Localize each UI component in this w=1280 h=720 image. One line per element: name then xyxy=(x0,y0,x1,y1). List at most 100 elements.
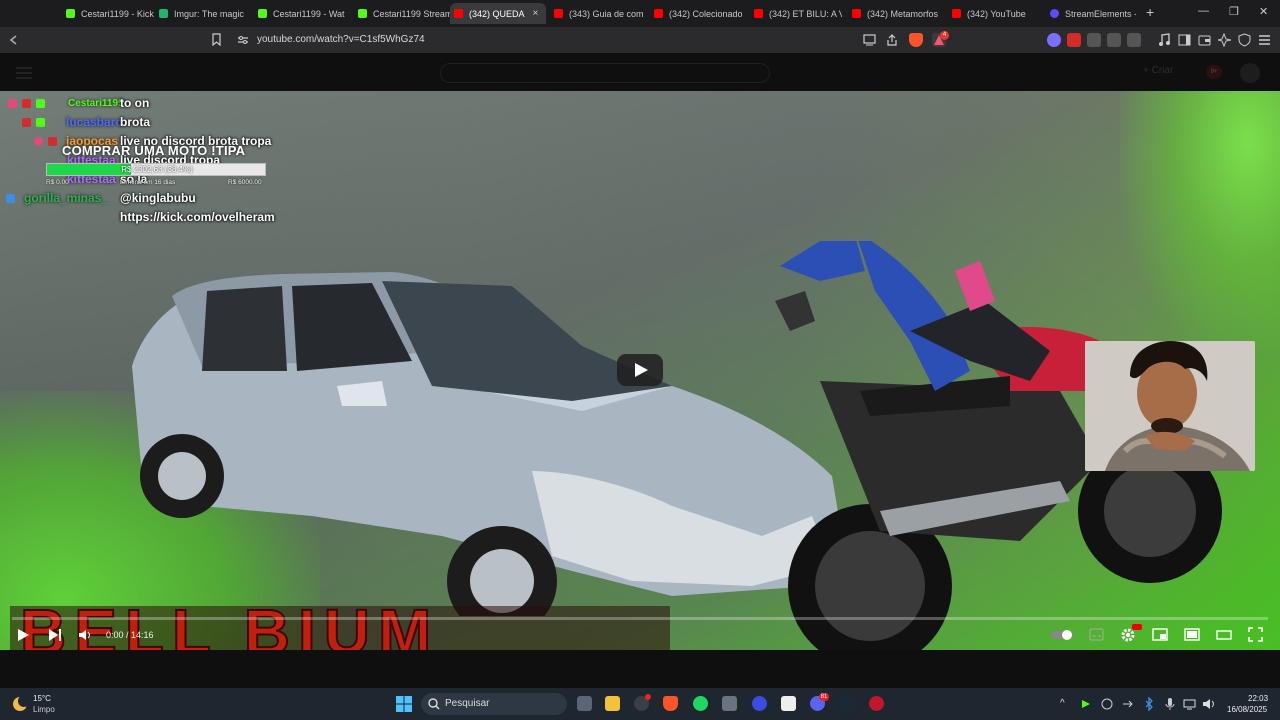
donation-goal-widget: COMPRAR UMA MOTO !TIPA R$ 2302,63 (38.4%… xyxy=(46,143,268,189)
youtube-badge-icon xyxy=(22,118,31,127)
volume-icon[interactable] xyxy=(78,628,92,648)
back-arrow-icon[interactable] xyxy=(8,34,20,46)
subtitles-icon[interactable] xyxy=(1089,628,1104,648)
tab-label: Cestari1199 - Kick xyxy=(81,8,154,19)
youtube-search-box[interactable] xyxy=(440,63,770,83)
hidden-icons-chevron[interactable]: ^ xyxy=(1060,698,1065,709)
youtube-icon xyxy=(754,9,763,18)
theater-mode-icon[interactable] xyxy=(1184,628,1200,648)
spotify-icon[interactable] xyxy=(693,696,708,711)
extension-gamepad-icon[interactable] xyxy=(1087,33,1101,47)
brave-shields-icon[interactable] xyxy=(909,33,923,47)
clock-time[interactable]: 22:03 xyxy=(1248,694,1268,703)
opera-gx-icon[interactable] xyxy=(869,696,884,711)
cast-icon[interactable] xyxy=(863,34,876,46)
kick-icon xyxy=(66,9,75,18)
chat-text: to on xyxy=(120,96,150,110)
url-field[interactable]: youtube.com/watch?v=C1sf5WhGz74 xyxy=(257,34,425,45)
kick-badge-icon xyxy=(36,99,45,108)
tab-label: (342) YouTube xyxy=(967,8,1026,19)
tab-label: Cestari1199 - Wat xyxy=(273,8,345,19)
tab-youtube-metamorfose[interactable]: (342) Metamorfos xyxy=(848,3,944,24)
tab-label: (342) QUEDA xyxy=(469,8,525,19)
bookmark-icon[interactable] xyxy=(211,33,222,46)
windows-start-icon[interactable] xyxy=(396,696,412,712)
twitch-badge-icon xyxy=(8,99,17,108)
restore-button[interactable]: ❐ xyxy=(1229,5,1239,18)
brave-browser-icon[interactable] xyxy=(663,696,678,711)
tab-kick-stream[interactable]: Cestari1199 Stream xyxy=(354,3,450,24)
create-button[interactable]: + Criar xyxy=(1143,65,1173,76)
weather-temperature[interactable]: 15°C xyxy=(33,694,51,703)
notifications-bell-icon[interactable]: 9+ xyxy=(1206,65,1222,79)
app-arrow-icon[interactable] xyxy=(752,696,767,711)
extensions-puzzle-icon[interactable] xyxy=(1107,33,1121,47)
wallet-icon[interactable] xyxy=(1198,34,1211,46)
tab-youtube-guia[interactable]: (343) Guia de com xyxy=(550,3,646,24)
webcam-person-illustration xyxy=(1085,341,1255,471)
imgur-icon xyxy=(159,9,168,18)
large-play-button[interactable] xyxy=(617,354,663,386)
clock-date[interactable]: 16/08/2025 xyxy=(1227,705,1267,714)
play-icon[interactable] xyxy=(16,628,30,648)
network-icon[interactable] xyxy=(1183,698,1197,710)
goal-ends: termina em 16 dias xyxy=(120,179,176,186)
video-progress-bar[interactable] xyxy=(12,617,1268,620)
steam-icon[interactable] xyxy=(839,696,854,711)
close-window-button[interactable]: ✕ xyxy=(1259,5,1268,18)
tab-active-queda[interactable]: (342) QUEDA × xyxy=(450,3,546,24)
site-info-icon[interactable] xyxy=(237,35,249,45)
video-time: 0:00 / 14:16 xyxy=(106,630,154,640)
youtube-menu-icon[interactable] xyxy=(16,67,32,79)
fullscreen-icon[interactable] xyxy=(1248,627,1263,647)
taskbar-search[interactable]: Pesquisar xyxy=(421,693,567,715)
tab-kick-watch[interactable]: Cestari1199 - Wat xyxy=(254,3,350,24)
next-video-icon[interactable] xyxy=(48,628,62,648)
weather-description[interactable]: Limpo xyxy=(33,705,55,714)
extension-purple-icon[interactable] xyxy=(1047,33,1061,47)
chat-text: brota xyxy=(120,115,150,129)
tab-label: (342) ET BILU: A Vi xyxy=(769,8,842,19)
recording-dot xyxy=(645,694,651,700)
tab-kick-cestari[interactable]: Cestari1199 - Kick xyxy=(62,3,154,24)
vpn-shield-icon[interactable] xyxy=(1238,33,1251,47)
tray-arrow-icon[interactable] xyxy=(1122,698,1134,710)
menu-icon[interactable] xyxy=(1258,34,1271,46)
tab-youtube-home[interactable]: (342) YouTube xyxy=(948,3,1044,24)
tray-circle-icon[interactable] xyxy=(1101,698,1113,710)
video-car-illustration xyxy=(132,272,842,616)
autoplay-toggle[interactable] xyxy=(1051,629,1075,649)
tab-streamelements[interactable]: StreamElements - xyxy=(1046,3,1136,24)
leo-ai-icon[interactable] xyxy=(1218,33,1231,47)
tab-youtube-colecionado[interactable]: (342) Colecionado xyxy=(650,3,746,24)
microphone-icon[interactable] xyxy=(1165,697,1175,711)
app-icon[interactable] xyxy=(722,696,737,711)
tab-label: StreamElements - xyxy=(1065,8,1136,19)
sidebar-icon[interactable] xyxy=(1178,34,1191,46)
share-icon[interactable] xyxy=(886,34,898,46)
new-tab-button[interactable]: + xyxy=(1146,4,1154,20)
cinema-mode-icon[interactable] xyxy=(1216,628,1232,648)
youtube-icon xyxy=(454,9,463,18)
media-music-icon[interactable] xyxy=(1158,33,1171,47)
bluetooth-icon[interactable] xyxy=(1144,697,1154,711)
task-view-icon[interactable] xyxy=(577,696,592,711)
chat-username: lucasbaro xyxy=(66,115,123,129)
kick-icon xyxy=(358,9,367,18)
chat-text: @kinglabubu xyxy=(120,191,196,205)
streamer-webcam xyxy=(1085,341,1255,471)
tab-close-icon[interactable]: × xyxy=(533,8,539,19)
avatar[interactable] xyxy=(1240,63,1260,83)
speaker-icon[interactable] xyxy=(1202,698,1216,710)
extension-red-icon[interactable] xyxy=(1067,33,1081,47)
extension-box-icon[interactable] xyxy=(1127,33,1141,47)
tab-youtube-etbilu[interactable]: (342) ET BILU: A Vi xyxy=(750,3,842,24)
settings-gear-icon[interactable] xyxy=(1120,627,1136,647)
tab-imgur[interactable]: Imgur: The magic xyxy=(155,3,251,24)
file-explorer-icon[interactable] xyxy=(605,696,620,711)
tray-play-icon[interactable] xyxy=(1081,699,1091,709)
youtube-badge-icon xyxy=(22,99,31,108)
miniplayer-icon[interactable] xyxy=(1152,628,1168,648)
minimize-button[interactable]: — xyxy=(1198,5,1209,17)
notepad-icon[interactable] xyxy=(781,696,796,711)
